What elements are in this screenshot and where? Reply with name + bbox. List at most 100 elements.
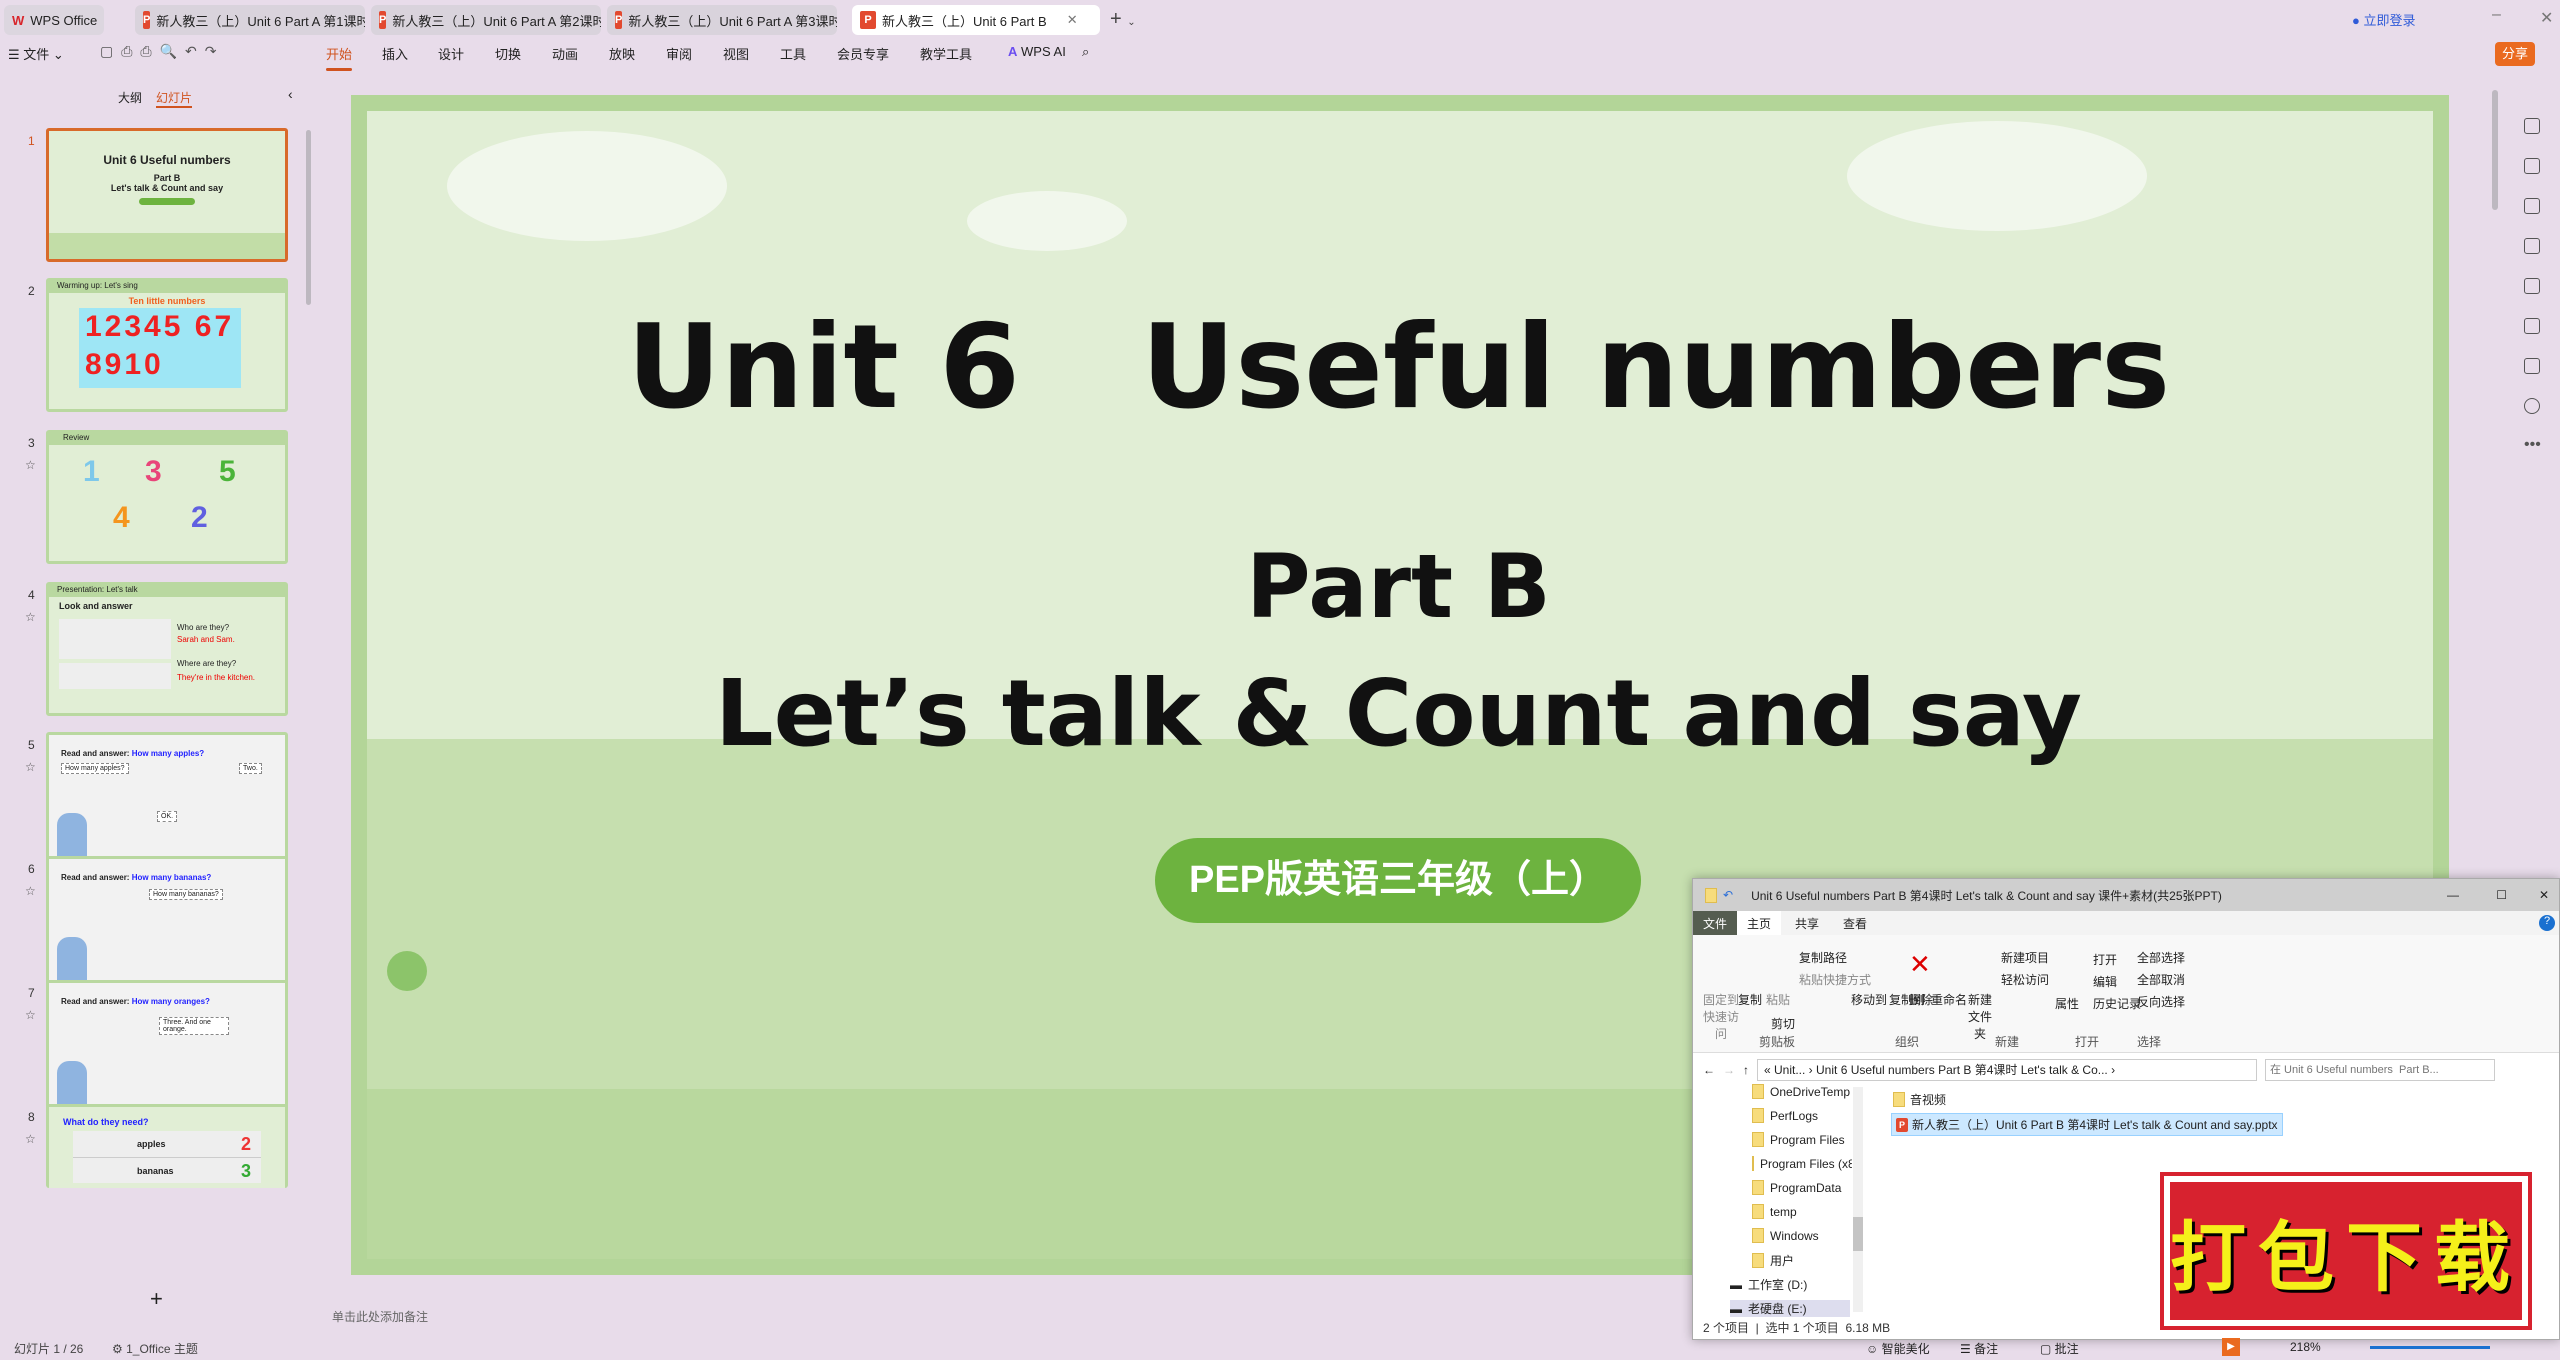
play-button[interactable]: ▶: [2222, 1338, 2240, 1356]
slide-thumbnail-1[interactable]: Unit 6 Useful numbers Part B Let's talk …: [46, 128, 288, 262]
menu-insert[interactable]: 插入: [382, 44, 408, 63]
menu-view[interactable]: 视图: [723, 44, 749, 63]
editor-scrollbar[interactable]: [2492, 90, 2498, 210]
search-input[interactable]: [2265, 1059, 2495, 1081]
download-stamp[interactable]: 打包下载: [2160, 1172, 2532, 1330]
back-button[interactable]: ←: [1703, 1063, 1715, 1077]
login-button[interactable]: ● 立即登录: [2352, 10, 2415, 29]
tree-item[interactable]: Program Files (x86): [1752, 1156, 1852, 1171]
new-folder-button[interactable]: 新建文件夹: [1965, 991, 1995, 1042]
up-button[interactable]: ↑: [1743, 1063, 1749, 1077]
slide-thumbnail-4[interactable]: Presentation: Let's talk Look and answer…: [46, 582, 288, 716]
animation-icon[interactable]: [2524, 238, 2540, 254]
tree-item-drive-d[interactable]: ▬ 工作室 (D:): [1730, 1276, 1807, 1293]
minimize-button[interactable]: —: [2447, 888, 2459, 902]
slide-thumbnail-8[interactable]: What do they need? apples 2 bananas 3: [46, 1104, 288, 1188]
menu-member[interactable]: 会员专享: [837, 44, 889, 63]
open-button[interactable]: 打开: [2093, 951, 2117, 968]
properties-button[interactable]: 属性: [2055, 995, 2079, 1012]
new-tab-button[interactable]: + ⌄: [1110, 8, 1136, 31]
menu-teaching[interactable]: 教学工具: [920, 44, 972, 63]
maximize-button[interactable]: ☐: [2496, 888, 2507, 902]
more-icon[interactable]: •••: [2524, 436, 2541, 454]
slide-subtitle[interactable]: Let’s talk & Count and say: [367, 660, 2430, 767]
close-button[interactable]: ✕: [2539, 888, 2549, 902]
tree-item-drive-e[interactable]: ▬ 老硬盘 (E:): [1730, 1300, 1850, 1317]
zoom-level[interactable]: 218%: [2290, 1340, 2321, 1354]
ribbon-tab-view[interactable]: 查看: [1833, 911, 1877, 935]
paste-button[interactable]: 粘贴: [1763, 991, 1793, 1008]
star-icon[interactable]: [2524, 158, 2540, 174]
zoom-slider[interactable]: [2370, 1346, 2490, 1349]
close-icon[interactable]: ✕: [1067, 12, 1078, 28]
tab-outline[interactable]: 大纲: [118, 89, 142, 106]
history-button[interactable]: 历史记录: [2093, 995, 2141, 1012]
tab-slides[interactable]: 幻灯片: [156, 89, 193, 108]
tree-item[interactable]: PerfLogs: [1752, 1108, 1818, 1123]
grade-badge[interactable]: PEP版英语三年级（上）: [1155, 838, 1641, 923]
menu-home[interactable]: 开始: [326, 44, 353, 71]
tree-item[interactable]: Windows: [1752, 1228, 1819, 1243]
easy-access-button[interactable]: 轻松访问: [2001, 971, 2049, 988]
slide-thumbnail-5[interactable]: Read and answer: How many apples? How ma…: [46, 732, 288, 866]
ribbon-tab-share[interactable]: 共享: [1781, 911, 1833, 935]
select-none-button[interactable]: 全部取消: [2137, 971, 2185, 988]
slide-thumbnail-2[interactable]: Warming up: Let's sing Ten little number…: [46, 278, 288, 412]
menu-review[interactable]: 审阅: [666, 44, 692, 63]
copy-path-button[interactable]: 复制路径: [1799, 949, 1847, 966]
cut-button[interactable]: 剪切: [1771, 1015, 1795, 1032]
address-bar[interactable]: « Unit... › Unit 6 Useful numbers Part B…: [1757, 1059, 2257, 1081]
panel-scrollbar[interactable]: [306, 130, 311, 305]
copy-button[interactable]: 复制: [1735, 991, 1765, 1008]
tree-item[interactable]: OneDriveTemp: [1752, 1084, 1850, 1099]
delete-button[interactable]: ✕: [1909, 949, 1931, 980]
tree-item[interactable]: Program Files: [1752, 1132, 1845, 1147]
layers-icon[interactable]: [2524, 198, 2540, 214]
shirt-icon[interactable]: [2524, 358, 2540, 374]
help-icon[interactable]: [2524, 398, 2540, 414]
tab-doc-3[interactable]: P 新人教三（上）Unit 6 Part A 第3课时: [607, 5, 837, 35]
tab-wps-office[interactable]: W WPS Office: [4, 5, 104, 35]
file-pptx-selected[interactable]: P 新人教三（上）Unit 6 Part B 第4课时 Let's talk & …: [1891, 1113, 2283, 1136]
share-button[interactable]: 分享: [2495, 42, 2535, 66]
forward-button[interactable]: →: [1723, 1063, 1735, 1077]
menu-slideshow[interactable]: 放映: [609, 44, 635, 63]
property-icon[interactable]: [2524, 118, 2540, 134]
move-to-button[interactable]: 移动到: [1851, 991, 1887, 1008]
undo-icon[interactable]: ↶: [1723, 888, 1733, 902]
wps-ai-button[interactable]: A WPS AI: [1008, 44, 1066, 59]
tree-item[interactable]: temp: [1752, 1204, 1797, 1219]
ribbon-tab-file[interactable]: 文件: [1693, 911, 1738, 935]
edit-button[interactable]: 编辑: [2093, 973, 2117, 990]
tree-item[interactable]: 用户: [1752, 1252, 1794, 1269]
slide-thumbnail-6[interactable]: Read and answer: How many bananas? How m…: [46, 856, 288, 990]
rename-button[interactable]: 重命名: [1931, 991, 1967, 1008]
slide-thumbnail-3[interactable]: Review 1 3 5 4 2: [46, 430, 288, 564]
status-theme[interactable]: ⚙ 1_Office 主题: [112, 1340, 198, 1357]
menu-design[interactable]: 设计: [438, 44, 464, 63]
slide-part[interactable]: Part B: [367, 535, 2430, 638]
select-all-button[interactable]: 全部选择: [2137, 949, 2185, 966]
new-item-button[interactable]: 新建项目: [2001, 949, 2049, 966]
beautify-button[interactable]: ☺ 智能美化: [1866, 1340, 1930, 1357]
menu-tools[interactable]: 工具: [780, 44, 806, 63]
book-icon[interactable]: [2524, 318, 2540, 334]
close-window-button[interactable]: ✕: [2540, 8, 2553, 28]
tab-doc-4[interactable]: P 新人教三（上）Unit 6 Part B ✕: [852, 5, 1100, 35]
tab-doc-2[interactable]: P 新人教三（上）Unit 6 Part A 第2课时: [371, 5, 601, 35]
quick-tools[interactable]: ▢⎙⎙🔍↶↷: [100, 43, 225, 60]
notes-input[interactable]: 单击此处添加备注: [332, 1308, 428, 1325]
file-folder-audio-video[interactable]: 音视频: [1893, 1091, 1946, 1108]
search-icon[interactable]: ⌕: [1082, 44, 1089, 60]
comments-button[interactable]: ▢ 批注: [2040, 1340, 2079, 1357]
help-icon[interactable]: ?: [2539, 915, 2555, 931]
tree-item[interactable]: ProgramData: [1752, 1180, 1841, 1195]
menu-transition[interactable]: 切换: [495, 44, 521, 63]
collapse-panel-button[interactable]: ‹: [288, 86, 293, 102]
ribbon-tab-home[interactable]: 主页: [1737, 911, 1782, 935]
menu-animation[interactable]: 动画: [552, 44, 578, 63]
invert-select-button[interactable]: 反向选择: [2137, 993, 2185, 1010]
tab-doc-1[interactable]: P 新人教三（上）Unit 6 Part A 第1课时: [135, 5, 365, 35]
file-menu[interactable]: ☰ 文件 ⌄: [8, 44, 64, 63]
add-slide-button[interactable]: +: [150, 1286, 163, 1312]
